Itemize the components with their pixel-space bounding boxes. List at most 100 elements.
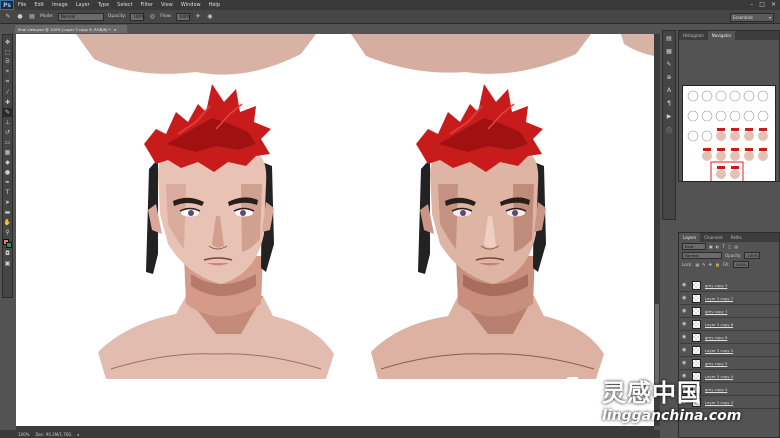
info-panel-icon[interactable]: ⓘ (666, 126, 672, 135)
menu-window[interactable]: Window (177, 0, 205, 10)
visibility-eye-icon[interactable]: ◉ (682, 295, 688, 301)
tab-close-icon[interactable]: × (114, 27, 117, 32)
menu-file[interactable]: File (14, 0, 30, 10)
airbrush-icon[interactable]: ✈ (194, 13, 202, 21)
layer-row[interactable]: ◉ grey copy 3 (679, 279, 779, 292)
marquee-tool-icon[interactable]: ⬚ (3, 48, 12, 57)
menu-filter[interactable]: Filter (137, 0, 157, 10)
tab-layers[interactable]: Layers (679, 233, 701, 242)
type-tool-icon[interactable]: T (3, 188, 12, 197)
brush-panel-icon[interactable]: ▤ (28, 13, 36, 21)
pen-tool-icon[interactable]: ✒ (3, 178, 12, 187)
dodge-tool-icon[interactable]: ● (3, 168, 12, 177)
brush-panel-icon[interactable]: ✎ (666, 61, 671, 68)
lock-all-icon[interactable]: 🔒 (715, 262, 720, 267)
maximize-icon[interactable]: □ (759, 1, 765, 8)
lock-pixels-icon[interactable]: ▦ (695, 262, 699, 267)
tab-navigator[interactable]: Navigator (707, 31, 736, 40)
workspace-switcher[interactable]: Essentials ▾ (730, 13, 774, 22)
document-canvas[interactable] (16, 34, 654, 426)
layer-opacity-field[interactable]: 100% (744, 252, 761, 259)
tab-paths[interactable]: Paths (727, 233, 746, 242)
lock-move-icon[interactable]: ✥ (709, 262, 712, 267)
mode-select[interactable]: Normal (57, 12, 104, 21)
menu-select[interactable]: Select (113, 0, 136, 10)
layer-row[interactable]: ◉ grey copy 7 (679, 305, 779, 318)
flow-field[interactable]: 100% (175, 12, 190, 21)
background-color-swatch[interactable] (6, 242, 12, 248)
quick-select-tool-icon[interactable]: ⌖ (3, 68, 12, 77)
document-tab[interactable]: final view.psd @ 100% (Layer 3 copy 6, R… (15, 25, 127, 33)
tab-histogram[interactable]: Histogram (679, 31, 708, 40)
path-select-tool-icon[interactable]: ➤ (3, 198, 12, 207)
navigator-thumbnail[interactable] (682, 85, 776, 182)
properties-panel-icon[interactable]: ▦ (666, 48, 672, 55)
visibility-eye-icon[interactable]: ◉ (682, 334, 688, 340)
blend-mode-select[interactable]: Normal (682, 252, 722, 259)
brush-tool-icon[interactable]: ✎ (3, 107, 12, 117)
hand-tool-icon[interactable]: ✋ (3, 218, 12, 227)
stamp-tool-icon[interactable]: ⊥ (3, 118, 12, 127)
screen-mode-icon[interactable]: ▣ (3, 259, 12, 268)
menu-edit[interactable]: Edit (30, 0, 48, 10)
minimize-icon[interactable]: – (750, 1, 753, 8)
character-panel-icon[interactable]: A (667, 87, 671, 94)
eraser-tool-icon[interactable]: ▭ (3, 138, 12, 147)
zoom-level[interactable]: 100% (18, 432, 29, 437)
watermark-cn: 灵感中国 (602, 378, 702, 407)
status-bar: 100% Doc: 96.2M/1.76G ▸ (0, 430, 660, 438)
options-bar: ✎ ● ▤ Mode: Normal Opacity: 100% ◎ Flow:… (0, 10, 780, 24)
history-brush-icon[interactable]: ↺ (3, 128, 12, 137)
menu-type[interactable]: Type (94, 0, 113, 10)
quick-mask-icon[interactable]: ◘ (3, 249, 12, 258)
brush-size-icon[interactable]: ● (16, 13, 24, 21)
close-icon[interactable]: ✕ (771, 1, 776, 8)
healing-tool-icon[interactable]: ✚ (3, 98, 12, 107)
menu-view[interactable]: View (157, 0, 177, 10)
visibility-eye-icon[interactable]: ◉ (682, 321, 688, 327)
visibility-eye-icon[interactable]: ◉ (682, 282, 688, 288)
eyedropper-tool-icon[interactable]: ⁄ (3, 88, 12, 97)
fill-field[interactable]: 100% (732, 261, 749, 268)
filter-type-icon[interactable]: T (722, 244, 724, 249)
status-menu-icon[interactable]: ▸ (78, 432, 80, 437)
filter-adjust-icon[interactable]: ◐ (716, 244, 720, 249)
navigator-tabs: Histogram Navigator (679, 31, 779, 40)
zoom-tool-icon[interactable]: ⚲ (3, 228, 12, 237)
menu-image[interactable]: Image (48, 0, 72, 10)
actions-panel-icon[interactable]: ▶ (667, 113, 672, 120)
filter-shape-icon[interactable]: ▢ (728, 244, 732, 249)
shape-tool-icon[interactable]: ▬ (3, 208, 12, 217)
flow-label: Flow: (160, 14, 172, 19)
watermark-logo (564, 377, 596, 419)
filter-pixel-icon[interactable]: ▣ (709, 244, 713, 249)
blur-tool-icon[interactable]: ◆ (3, 158, 12, 167)
brush-preset-icon[interactable]: ✎ (4, 13, 12, 21)
opacity-field[interactable]: 100% (130, 12, 145, 21)
visibility-eye-icon[interactable]: ◉ (682, 347, 688, 353)
layer-row[interactable]: ◉ Layer 3 copy 5 (679, 344, 779, 357)
paragraph-panel-icon[interactable]: ¶ (667, 100, 671, 107)
lock-paint-icon[interactable]: ✎ (702, 262, 705, 267)
gradient-tool-icon[interactable]: ▦ (3, 148, 12, 157)
pressure-size-icon[interactable]: ◉ (206, 13, 214, 21)
pressure-opacity-icon[interactable]: ◎ (148, 13, 156, 21)
history-panel-icon[interactable]: ▤ (666, 35, 672, 42)
menu-layer[interactable]: Layer (72, 0, 94, 10)
layer-name: grey copy 7 (705, 308, 728, 314)
layer-row[interactable]: ◉ Layer 3 copy 7 (679, 292, 779, 305)
layer-kind-filter[interactable]: Kind (682, 243, 706, 250)
tab-channels[interactable]: Channels (700, 233, 727, 242)
filter-smart-icon[interactable]: ▤ (735, 244, 739, 249)
color-swatches[interactable] (3, 239, 12, 248)
layer-thumbnail (692, 280, 701, 290)
clone-source-icon[interactable]: ⊕ (666, 74, 671, 81)
lasso-tool-icon[interactable]: ᘐ (3, 58, 12, 67)
menu-help[interactable]: Help (205, 0, 224, 10)
crop-tool-icon[interactable]: ⌗ (3, 78, 12, 87)
layer-name: Layer 3 copy 5 (705, 347, 734, 353)
layer-row[interactable]: ◉ grey copy 6 (679, 331, 779, 344)
layer-row[interactable]: ◉ Layer 3 copy 6 (679, 318, 779, 331)
visibility-eye-icon[interactable]: ◉ (682, 308, 688, 314)
move-tool-icon[interactable]: ✥ (3, 38, 12, 47)
